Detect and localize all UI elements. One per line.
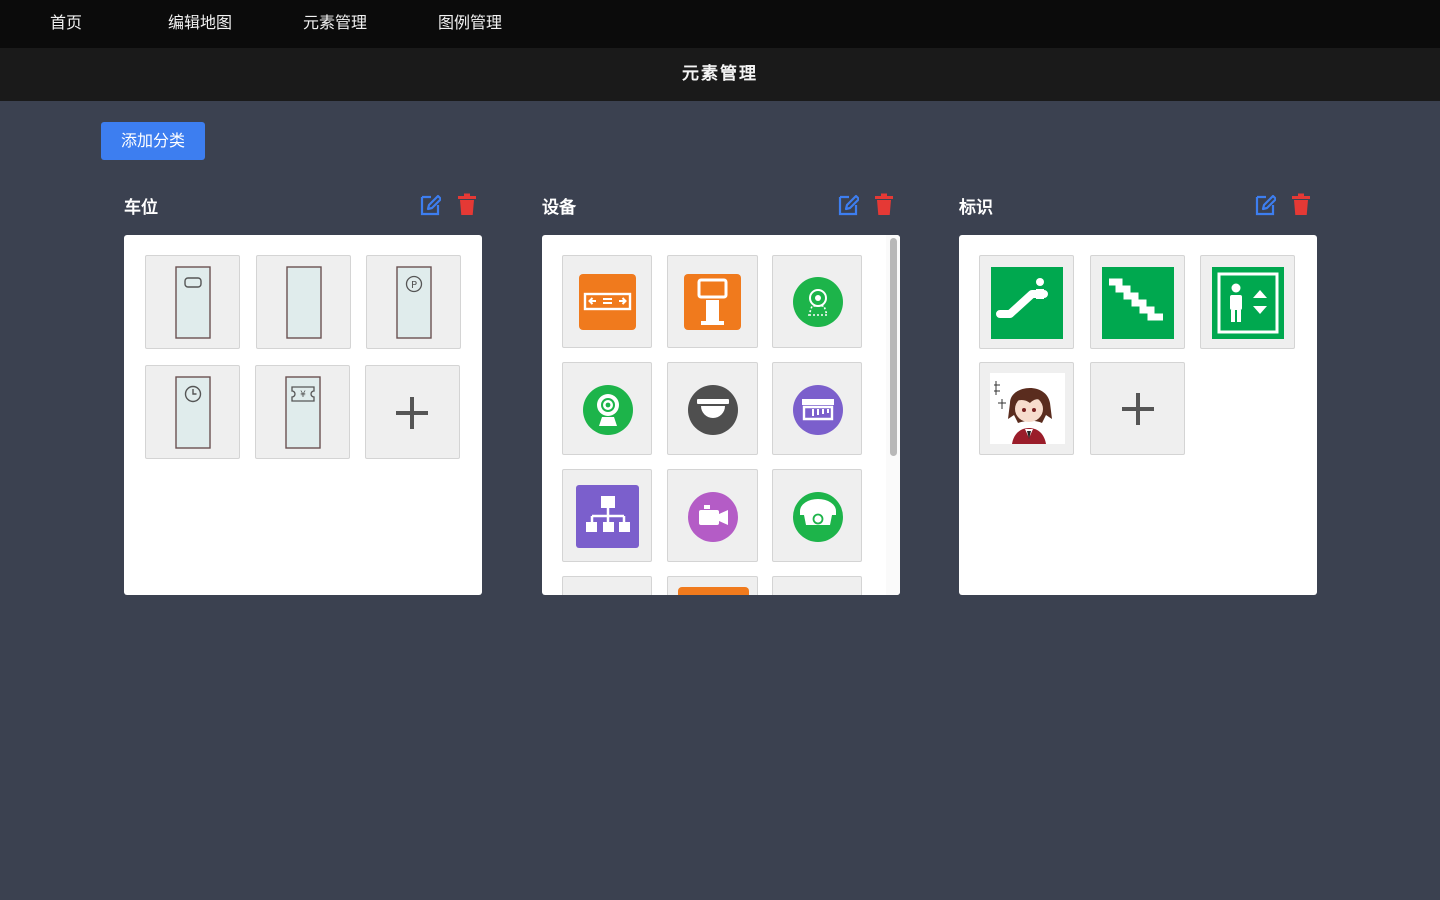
anime-avatar-icon (990, 373, 1065, 444)
parking-space-plain-icon (286, 266, 322, 339)
camera-icon (793, 277, 843, 327)
element-tile[interactable] (562, 469, 652, 562)
parking-space-icon (175, 266, 211, 339)
category-panel-sign (959, 235, 1317, 595)
escalator-icon (991, 267, 1063, 339)
element-tile[interactable] (145, 255, 240, 349)
element-tile[interactable] (772, 576, 862, 595)
category-panel-parking: P ¥ (124, 235, 482, 595)
element-tile[interactable]: ¥ (255, 365, 350, 459)
element-tile[interactable] (562, 362, 652, 455)
edit-icon[interactable] (419, 193, 443, 217)
device-icon (563, 577, 653, 595)
element-tile[interactable] (772, 362, 862, 455)
webcam-icon (583, 385, 633, 435)
element-tile[interactable] (667, 469, 758, 562)
element-tile[interactable] (772, 255, 862, 348)
parking-space-p-icon: P (396, 266, 432, 339)
svg-text:¥: ¥ (300, 390, 306, 400)
svg-text:P: P (411, 280, 417, 291)
category-panel-device (542, 235, 900, 595)
kiosk-icon (684, 274, 741, 330)
guidance-screen-icon (579, 274, 636, 330)
element-tile[interactable] (562, 255, 652, 348)
scrollbar-thumb[interactable] (890, 238, 897, 456)
trash-icon[interactable] (873, 193, 895, 217)
element-tile[interactable] (1090, 255, 1185, 349)
element-tile[interactable] (145, 365, 240, 459)
nav-edit-map[interactable]: 编辑地图 (168, 0, 232, 48)
element-tile[interactable] (979, 362, 1074, 455)
nav-legend-management[interactable]: 图例管理 (438, 0, 502, 48)
add-element-tile[interactable] (1090, 362, 1185, 455)
element-tile[interactable] (667, 255, 758, 348)
nav-home[interactable]: 首页 (50, 0, 82, 48)
trash-icon[interactable] (1290, 193, 1312, 217)
element-tile[interactable]: P (366, 255, 461, 349)
dome-camera-icon (688, 385, 738, 435)
element-tile[interactable] (667, 362, 758, 455)
element-tile[interactable] (772, 469, 862, 562)
element-tile[interactable] (979, 255, 1074, 349)
device-icon (773, 577, 863, 595)
barrier-icon (793, 385, 843, 435)
category-title-device: 设备 (542, 198, 576, 218)
edit-icon[interactable] (1254, 193, 1278, 217)
face-camera-icon (793, 492, 843, 542)
add-icon (396, 397, 428, 429)
parking-space-ticket-icon: ¥ (285, 376, 321, 449)
page-title: 元素管理 (0, 48, 1440, 101)
scrollbar[interactable] (886, 235, 900, 595)
video-camera-icon (688, 492, 738, 542)
add-element-tile[interactable] (365, 365, 460, 459)
network-icon (576, 485, 639, 548)
category-title-sign: 标识 (959, 198, 993, 218)
element-tile[interactable] (1200, 255, 1295, 349)
device-orange-icon (678, 587, 749, 595)
nav-element-management[interactable]: 元素管理 (303, 0, 367, 48)
trash-icon[interactable] (456, 193, 478, 217)
stairs-icon (1102, 267, 1174, 339)
element-tile[interactable] (562, 576, 652, 595)
category-title-parking: 车位 (124, 198, 158, 218)
element-tile[interactable] (256, 255, 351, 349)
add-category-button[interactable]: 添加分类 (101, 122, 205, 160)
element-tile[interactable] (667, 576, 758, 595)
elevator-icon (1212, 267, 1284, 339)
edit-icon[interactable] (837, 193, 861, 217)
top-nav: 首页 编辑地图 元素管理 图例管理 (0, 0, 1440, 48)
parking-space-clock-icon (175, 376, 211, 449)
add-icon (1122, 393, 1154, 425)
